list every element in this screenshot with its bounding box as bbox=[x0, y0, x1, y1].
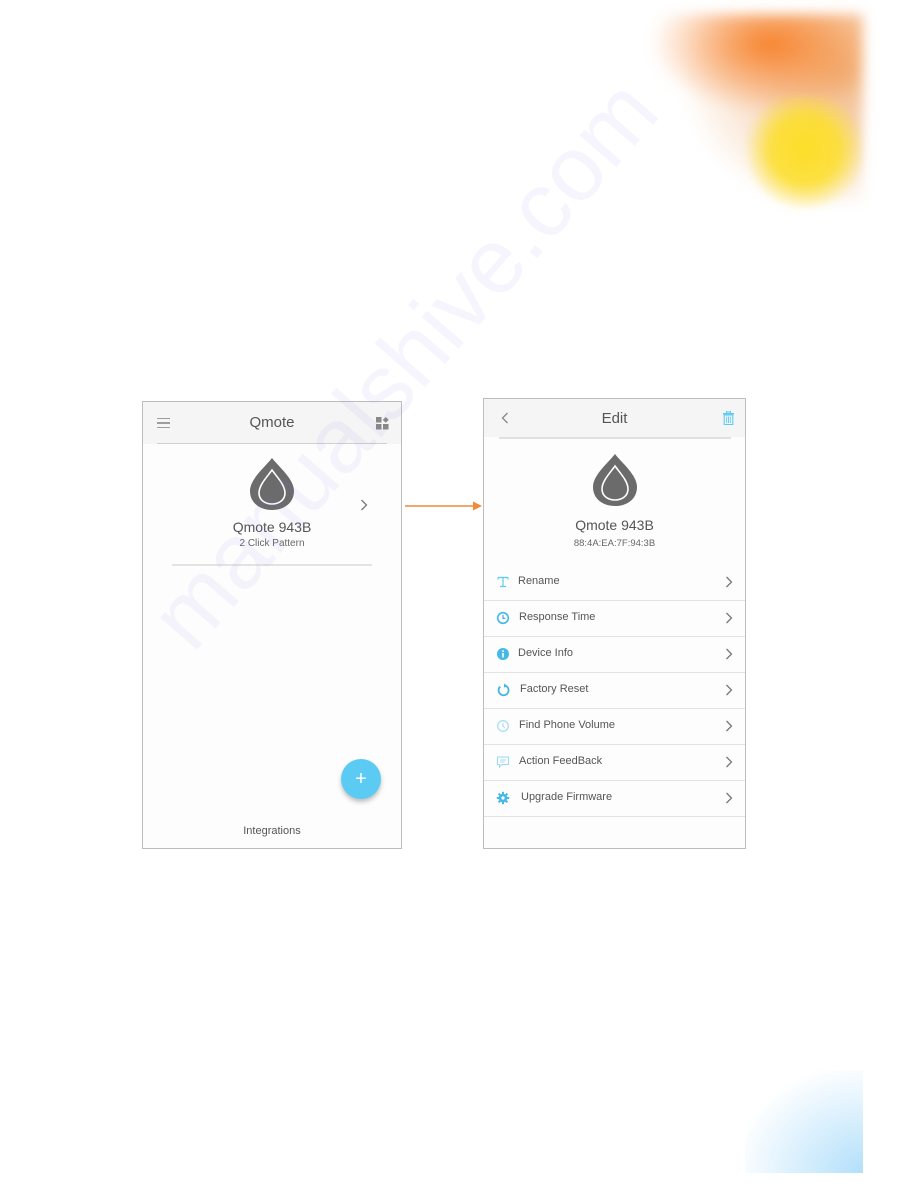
chevron-right-icon bbox=[726, 576, 733, 588]
edit-screen: Edit Qmote 943B 88:4A:EA:7F:94:3B Rename bbox=[483, 398, 746, 849]
decorative-yellow-blob bbox=[745, 95, 863, 210]
volume-clock-icon bbox=[497, 720, 509, 732]
chevron-right-icon bbox=[726, 720, 733, 732]
reset-icon bbox=[497, 683, 510, 697]
list-item-rename[interactable]: Rename bbox=[484, 565, 745, 601]
device-card[interactable]: Qmote 943B 2 Click Pattern bbox=[143, 444, 401, 564]
flow-arrow bbox=[405, 501, 482, 511]
list-item-label: Response Time bbox=[519, 611, 596, 623]
list-item-label: Upgrade Firmware bbox=[521, 791, 613, 803]
list-item-label: Device Info bbox=[518, 647, 574, 659]
device-mac-address: 88:4A:EA:7F:94:3B bbox=[573, 538, 656, 549]
integrations-label[interactable]: Integrations bbox=[143, 825, 401, 837]
decorative-blue-blob bbox=[745, 1070, 863, 1173]
dashboard-grid-icon[interactable] bbox=[375, 416, 389, 430]
chevron-right-icon bbox=[726, 612, 733, 624]
card-divider bbox=[172, 564, 372, 566]
list-item-factory-reset[interactable]: Factory Reset bbox=[484, 673, 745, 709]
list-item-device-info[interactable]: Device Info bbox=[484, 637, 745, 673]
device-name: Qmote 943B bbox=[575, 517, 654, 533]
app-bar: Qmote bbox=[143, 402, 401, 444]
chevron-right-icon bbox=[726, 756, 733, 768]
text-t-icon bbox=[497, 576, 509, 588]
list-item-find-phone-volume[interactable]: Find Phone Volume bbox=[484, 709, 745, 745]
home-screen: Qmote Qmote 943B 2 Click Pattern + Integ… bbox=[142, 401, 402, 849]
add-device-button[interactable]: + bbox=[341, 759, 381, 799]
list-item-label: Find Phone Volume bbox=[519, 719, 616, 731]
chevron-right-icon bbox=[726, 792, 733, 804]
screen-title: Edit bbox=[601, 410, 628, 427]
app-bar-divider bbox=[499, 437, 731, 439]
chevron-right-icon bbox=[726, 648, 733, 660]
list-item-label: Factory Reset bbox=[520, 683, 589, 695]
info-icon bbox=[497, 648, 509, 660]
list-item-response-time[interactable]: Response Time bbox=[484, 601, 745, 637]
clock-icon bbox=[496, 611, 510, 625]
app-title: Qmote bbox=[249, 414, 295, 431]
device-subtitle: 2 Click Pattern bbox=[239, 538, 305, 549]
chat-bubble-icon bbox=[497, 756, 509, 769]
chevron-right-icon bbox=[361, 499, 368, 511]
list-item-action-feedback[interactable]: Action FeedBack bbox=[484, 745, 745, 781]
qmote-drop-icon bbox=[593, 454, 637, 506]
list-item-label: Action FeedBack bbox=[519, 755, 603, 767]
device-name: Qmote 943B bbox=[232, 519, 312, 535]
app-bar: Edit bbox=[484, 399, 745, 439]
settings-list: Rename Response Time Device Info Factory… bbox=[484, 565, 745, 817]
list-item-upgrade-firmware[interactable]: Upgrade Firmware bbox=[484, 781, 745, 817]
gear-icon bbox=[496, 791, 510, 805]
list-item-label: Rename bbox=[518, 575, 560, 587]
trash-icon[interactable] bbox=[721, 410, 735, 426]
chevron-right-icon bbox=[726, 684, 733, 696]
qmote-drop-icon bbox=[250, 458, 294, 510]
